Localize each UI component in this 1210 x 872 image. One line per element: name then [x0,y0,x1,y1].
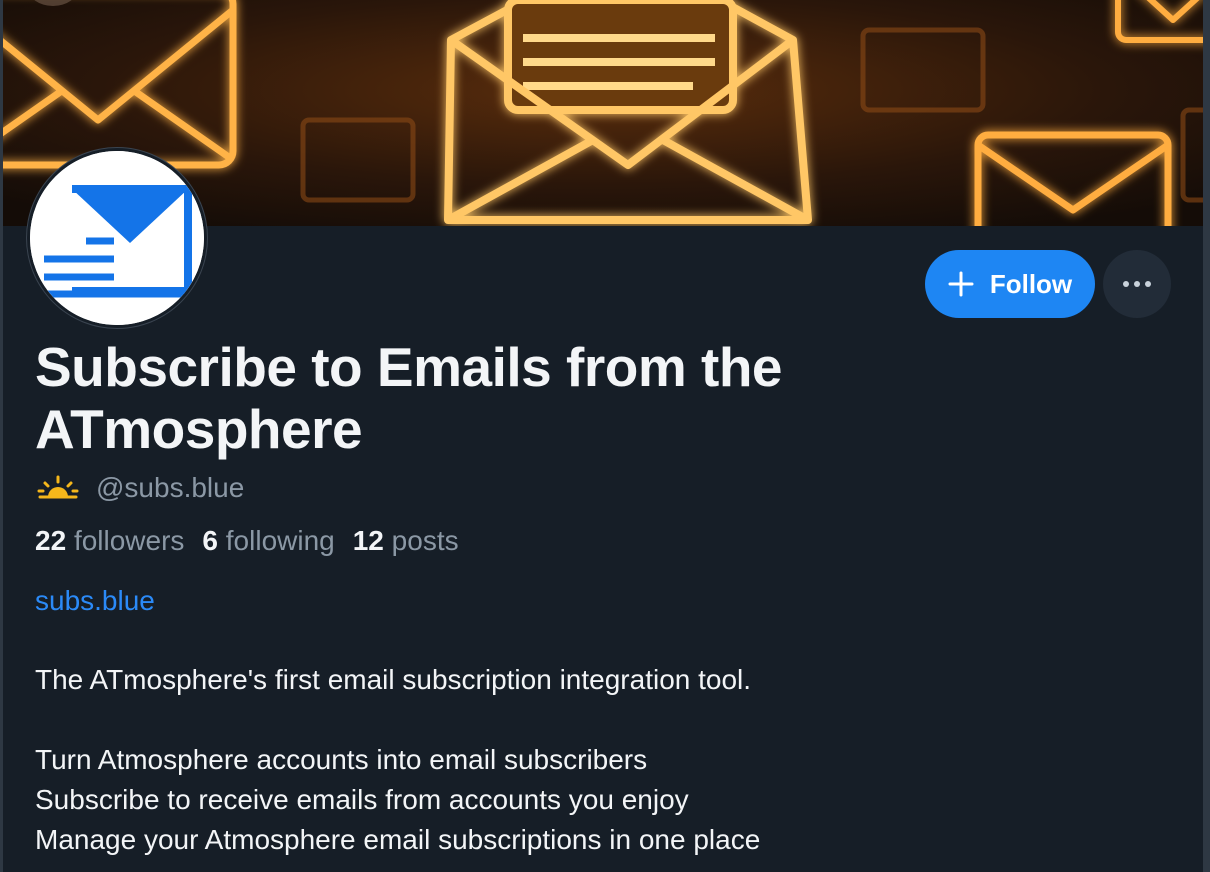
following-count: 6 [202,525,218,556]
mail-logo-icon [30,151,204,325]
profile-handle[interactable]: @subs.blue [96,472,244,504]
followers-stat[interactable]: 22 followers [35,520,184,562]
bio-line: Manage your Atmosphere email subscriptio… [35,824,761,855]
handle-row: @subs.blue [36,468,244,508]
posts-label: posts [391,525,459,556]
avatar[interactable] [27,148,207,328]
following-stat[interactable]: 6 following [202,520,334,562]
follow-label: Follow [989,268,1073,299]
bio-line: Subscribe to receive emails from account… [35,784,689,815]
bio-intro: The ATmosphere's first email subscriptio… [35,664,752,695]
window-frame-right [1203,0,1210,872]
followers-label: followers [73,525,185,556]
profile-bio: The ATmosphere's first email subscriptio… [35,660,1135,860]
plus-icon [948,271,974,297]
bio-line: Turn Atmosphere accounts into email subs… [35,744,648,775]
sun-icon [37,475,79,499]
followers-count: 22 [35,525,67,556]
more-options-button[interactable] [1103,250,1171,318]
posts-stat: 12 posts [353,520,459,562]
profile-stats: 22 followers 6 following 12 posts [35,520,477,562]
display-name: Subscribe to Emails from the ATmosphere [35,336,783,460]
ellipsis-icon [1123,281,1151,287]
posts-count: 12 [352,525,384,556]
following-label: following [225,525,335,556]
website-link[interactable]: subs.blue [35,580,155,622]
follow-button[interactable]: Follow [925,250,1095,318]
